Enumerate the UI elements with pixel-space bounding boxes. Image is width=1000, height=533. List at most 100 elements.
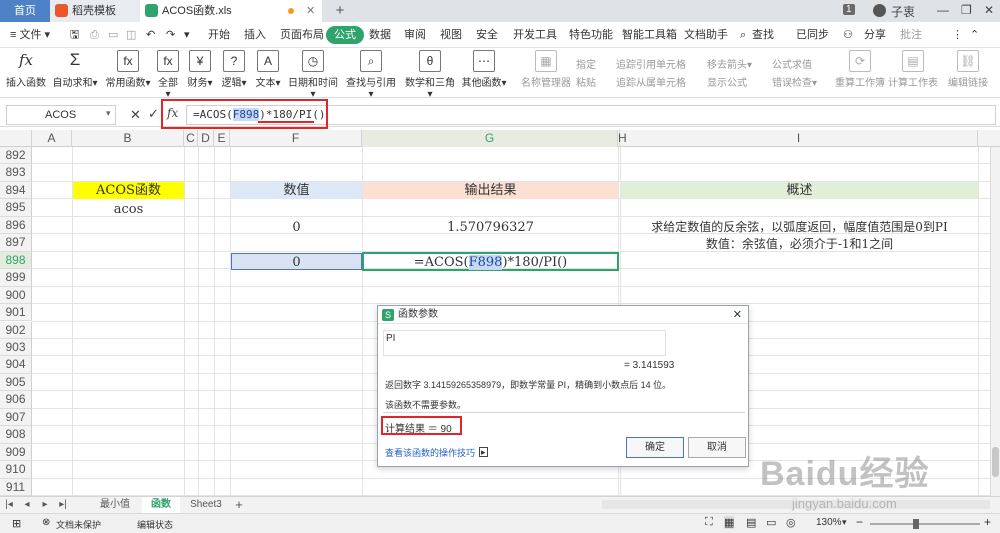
row-header[interactable]: 910: [0, 461, 32, 479]
menu-view[interactable]: 视图: [440, 26, 462, 44]
cancel-button[interactable]: 取消: [688, 437, 746, 458]
show-formula-button[interactable]: 显示公式: [707, 74, 747, 89]
sheet-tab-sheet3[interactable]: Sheet3: [184, 497, 228, 513]
menu-security[interactable]: 安全: [476, 26, 498, 44]
namebox-dropdown-icon[interactable]: ▾: [106, 108, 111, 119]
insert-function-button[interactable]: fx 插入函数: [6, 50, 46, 89]
search-icon[interactable]: ⌕: [740, 26, 746, 44]
row-header[interactable]: 907: [0, 408, 32, 427]
user-name[interactable]: 子衷: [891, 3, 915, 20]
menu-developer[interactable]: 开发工具: [513, 26, 557, 44]
cell-g894[interactable]: 输出结果: [363, 182, 618, 199]
page-break-icon[interactable]: ▤: [746, 516, 756, 529]
row-header[interactable]: 893: [0, 164, 32, 182]
cell-b894[interactable]: ACOS函数: [73, 182, 184, 199]
column-header-d[interactable]: D: [198, 130, 214, 147]
confirm-entry-icon[interactable]: ✓: [148, 106, 159, 122]
column-header-a[interactable]: A: [32, 130, 72, 147]
search-label[interactable]: 查找: [752, 26, 774, 44]
page-layout-icon[interactable]: ▭: [766, 516, 776, 529]
menu-review[interactable]: 审阅: [404, 26, 426, 44]
column-header-g[interactable]: G: [362, 130, 618, 147]
cell-i896[interactable]: 求给定数值的反余弦，以弧度返回，幅度值范围是0到PI: [621, 219, 978, 236]
row-header[interactable]: 903: [0, 338, 32, 357]
row-header[interactable]: 909: [0, 443, 32, 462]
new-tab-button[interactable]: +: [330, 0, 350, 22]
menu-doc-assistant[interactable]: 文档助手: [684, 26, 728, 44]
redo-icon[interactable]: ↷: [166, 26, 175, 44]
column-header-f[interactable]: F: [230, 130, 362, 147]
prev-sheet-icon[interactable]: ◂: [22, 497, 32, 513]
function-arguments-dialog[interactable]: S 函数参数 ✕ PI = 3.141593 返回数字 3.1415926535…: [377, 305, 749, 467]
all-functions-button[interactable]: fx 全部▾: [156, 50, 180, 100]
macro-icon[interactable]: ⊞: [12, 517, 21, 530]
menu-smart-toolbox[interactable]: 智能工具箱: [622, 26, 677, 44]
zoom-slider[interactable]: [870, 519, 980, 529]
row-header[interactable]: 898: [0, 251, 32, 270]
video-play-icon[interactable]: ▸: [479, 447, 488, 457]
date-time-button[interactable]: ◷ 日期和时间▾: [286, 50, 340, 100]
name-box[interactable]: ACOS: [6, 105, 116, 125]
dialog-close-icon[interactable]: ✕: [733, 306, 742, 324]
row-header[interactable]: 905: [0, 373, 32, 392]
row-header[interactable]: 901: [0, 304, 32, 322]
zoom-slider-thumb[interactable]: [913, 519, 919, 529]
row-header[interactable]: 892: [0, 147, 32, 165]
select-all-corner[interactable]: [0, 130, 32, 147]
menu-insert[interactable]: 插入: [244, 26, 266, 44]
more-options-icon[interactable]: ⋮: [952, 26, 963, 44]
row-header[interactable]: 895: [0, 199, 32, 217]
share-button[interactable]: 分享: [864, 26, 886, 44]
collapse-ribbon-icon[interactable]: ⌃: [970, 26, 979, 44]
add-sheet-button[interactable]: +: [232, 497, 246, 513]
menu-data[interactable]: 数据: [369, 26, 391, 44]
zoom-level[interactable]: 130%: [816, 517, 842, 528]
cell-g898[interactable]: =ACOS(F898)*180/PI(): [362, 252, 619, 271]
print-icon[interactable]: ▭: [108, 26, 118, 44]
math-trig-button[interactable]: θ 数学和三角▾: [404, 50, 456, 100]
column-header-c[interactable]: C: [184, 130, 198, 147]
row-header[interactable]: 902: [0, 321, 32, 339]
lookup-reference-button[interactable]: ⌕ 查找与引用▾: [346, 50, 396, 100]
menu-page-layout[interactable]: 页面布局: [280, 26, 324, 44]
doc-protect-status[interactable]: 文档未保护: [56, 518, 101, 531]
common-functions-button[interactable]: fx 常用函数▾: [103, 50, 153, 89]
minimize-icon[interactable]: —: [937, 3, 949, 17]
cell-i897[interactable]: 数值：余弦值，必须介于-1和1之间: [621, 236, 978, 253]
tab-docer-template[interactable]: 稻壳模板: [50, 0, 140, 22]
text-button[interactable]: A 文本▾: [254, 50, 282, 89]
paste-button[interactable]: 粘贴: [576, 74, 596, 89]
cell-g896[interactable]: 1.570796327: [363, 219, 618, 236]
next-sheet-icon[interactable]: ▸: [40, 497, 50, 513]
first-sheet-icon[interactable]: |◂: [4, 497, 14, 513]
row-header[interactable]: 900: [0, 286, 32, 305]
financial-button[interactable]: ¥ 财务▾: [186, 50, 214, 89]
undo-icon[interactable]: ↶: [146, 26, 155, 44]
trace-precedents-button[interactable]: 追踪引用单元格: [616, 56, 686, 71]
quick-access-more-icon[interactable]: ▾: [184, 26, 190, 44]
column-header-b[interactable]: B: [72, 130, 184, 147]
evaluate-formula-button[interactable]: 公式求值: [772, 56, 812, 71]
remove-arrows-button[interactable]: 移去箭头▾: [707, 56, 752, 71]
row-header[interactable]: 896: [0, 216, 32, 235]
column-header-e[interactable]: E: [214, 130, 230, 147]
logical-button[interactable]: ? 逻辑▾: [220, 50, 248, 89]
calc-sheet-button[interactable]: ▤ 计算工作表: [888, 50, 938, 89]
open-icon[interactable]: ⎙: [90, 26, 99, 44]
cell-f898[interactable]: 0: [231, 253, 362, 270]
cell-i894[interactable]: 概述: [621, 182, 978, 199]
user-avatar[interactable]: [873, 4, 886, 17]
close-tab-icon[interactable]: ✕: [306, 0, 315, 22]
normal-view-icon[interactable]: ▦: [724, 516, 735, 529]
sheet-tab-min[interactable]: 最小值: [90, 497, 140, 513]
row-header[interactable]: 908: [0, 426, 32, 444]
row-header[interactable]: 894: [0, 181, 32, 200]
vertical-scrollbar[interactable]: [990, 147, 1000, 496]
recalc-workbook-button[interactable]: ⟳ 重算工作簿: [835, 50, 885, 89]
file-menu[interactable]: ≡ 文件 ▾: [10, 26, 50, 44]
preview-icon[interactable]: ◫: [126, 26, 136, 44]
last-sheet-icon[interactable]: ▸|: [58, 497, 68, 513]
name-manager-button[interactable]: ▦ 名称管理器: [521, 50, 571, 89]
autosum-button[interactable]: Σ 自动求和▾: [52, 50, 98, 89]
edit-links-button[interactable]: ⛓ 编辑链接: [946, 50, 990, 89]
